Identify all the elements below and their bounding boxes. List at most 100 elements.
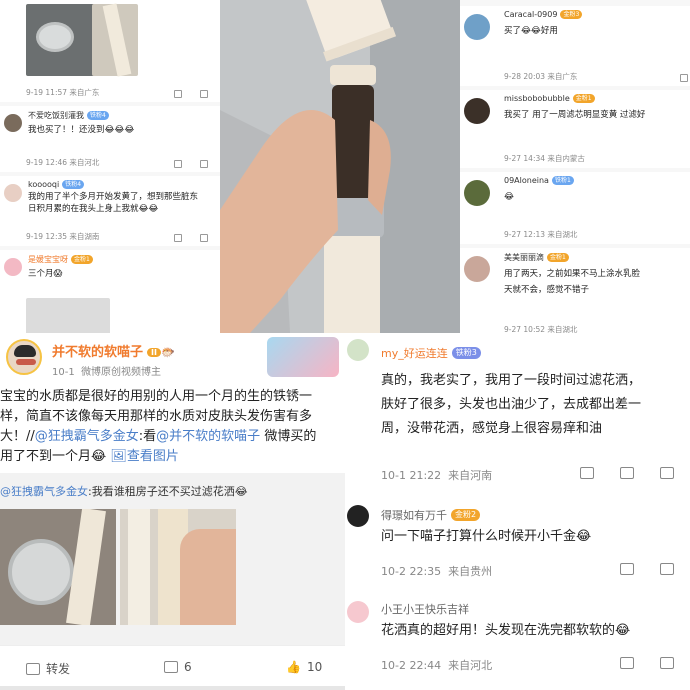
share-icon[interactable]: [680, 74, 688, 82]
fans-count: 10-1: [52, 367, 75, 378]
mascot-icon: 🐡: [160, 346, 175, 359]
like-button[interactable]: 👍 10: [286, 660, 322, 674]
tube-shape: [128, 509, 150, 625]
comment-card-3: kooooqi 铁粉4 我的用了半个多月开始发黄了，想到那些脏东 日积月累的在我头…: [0, 176, 220, 246]
hand-shape: [180, 529, 236, 625]
filter-tube-shape: [102, 3, 132, 77]
comment-author[interactable]: my_好运连连: [381, 345, 448, 361]
award-badge-icon: [267, 337, 339, 377]
comment-icon[interactable]: [660, 657, 674, 669]
quote-image-2[interactable]: [120, 509, 236, 625]
comment-item-2: 得璟如有万千 金粉2 问一下喵子打算什么时候开小千金😂 10-2 22:35 来自…: [345, 495, 690, 589]
like-count: 10: [306, 660, 323, 674]
fan-badge: 铁粉4: [62, 180, 85, 189]
product-photo: [220, 0, 460, 333]
repost-button[interactable]: 转发: [26, 660, 70, 677]
comment-text: 买了😂😂好用: [504, 26, 558, 36]
comment-author[interactable]: 得璟如有万千: [381, 507, 447, 523]
thumbs-up-icon: 👍: [286, 660, 301, 674]
comment-time: 10-2 22:35: [381, 565, 442, 578]
comment-time: 9-19 12:35: [26, 232, 68, 241]
quote-image-1[interactable]: [0, 509, 116, 625]
reposted-content[interactable]: @狂拽霸气多金女:我看谁租房子还不买过滤花洒😂: [0, 473, 345, 645]
mention-link-2[interactable]: @并不软的软喵子: [156, 429, 260, 444]
comment-image-2[interactable]: [92, 3, 138, 77]
comment-text: 我买了 用了一周滤芯明显变黄 过滤好: [504, 110, 646, 120]
comment-author[interactable]: Caracal-0909: [504, 10, 557, 19]
author-avatar[interactable]: [6, 339, 42, 375]
comment-location: 来自湖北: [547, 230, 578, 239]
divider: [0, 686, 345, 690]
repost-label: 转发: [46, 662, 71, 676]
comment-author[interactable]: missbobobubble: [504, 94, 570, 103]
comment-icon[interactable]: [200, 90, 208, 98]
quote-text: @狂拽霸气多金女:我看谁租房子还不买过滤花洒😂: [0, 483, 248, 499]
repost-icon: [26, 662, 40, 675]
comment-time: 9-28 20:03: [504, 72, 546, 81]
comment-author[interactable]: 是媛宝宝呀: [28, 254, 68, 265]
comment-location: 来自湖北: [547, 325, 578, 333]
comment-author[interactable]: 09Aloneina: [504, 176, 549, 185]
avatar[interactable]: [464, 180, 490, 206]
comment-text: 花洒真的超好用！头发现在洗完都软软的😂: [381, 623, 631, 638]
mention-link[interactable]: @狂拽霸气多金女: [35, 429, 139, 444]
fan-badge: 金粉1: [547, 253, 569, 262]
comment-icon[interactable]: [200, 160, 208, 168]
comment-text-line2: 日积月累的在我头上身上我就😂😂: [28, 204, 159, 214]
share-icon[interactable]: [620, 563, 634, 575]
image-icon: 🖼: [110, 449, 127, 464]
share-icon[interactable]: [174, 160, 182, 168]
avatar[interactable]: [4, 258, 22, 276]
author-name[interactable]: 并不软的软喵子 II 🐡: [52, 341, 175, 360]
avatar[interactable]: [464, 256, 490, 282]
post-actions: 转发 6 👍 10: [0, 645, 345, 690]
fan-badge: 金粉1: [71, 255, 93, 264]
share-icon[interactable]: [174, 234, 182, 242]
comment-icon[interactable]: [200, 234, 208, 242]
comment-text-line1: 我的用了半个多月开始发黄了，想到那些脏东: [28, 192, 199, 202]
avatar[interactable]: [4, 114, 22, 132]
avatar-mouth-shape: [16, 359, 36, 365]
fan-badge: 铁粉3: [451, 347, 481, 359]
comment-time: 10-1 21:22: [381, 469, 442, 482]
comment-time: 9-27 10:52: [504, 325, 546, 333]
post-text-line3: 大！//@狂拽霸气多金女:看@并不软的软喵子 微博买的: [0, 427, 345, 447]
fan-badge: 铁粉4: [87, 111, 109, 120]
comment-author[interactable]: 不爱吃饭别灌我: [28, 110, 84, 121]
fan-badge: 铁粉1: [551, 176, 574, 185]
comment-location: 来自广东: [69, 88, 100, 97]
like-icon[interactable]: [660, 467, 674, 479]
comment-time: 9-27 12:13: [504, 230, 546, 239]
comment-author[interactable]: 小王小王快乐吉祥: [381, 601, 469, 617]
weibo-post: 并不软的软喵子 II 🐡 10-1 微博原创视频博主 宝宝的水质都是很好的用别的人用…: [0, 333, 345, 690]
comment-icon[interactable]: [620, 467, 634, 479]
comment-card-1: Caracal-0909 金粉3 买了😂😂好用 9-28 20:03 来自广东: [460, 6, 690, 86]
share-icon[interactable]: [580, 467, 594, 479]
fan-badge: 金粉2: [451, 509, 481, 521]
filter-part-shape: [36, 22, 74, 52]
comment-card-2: missbobobubble 金粉1 我买了 用了一周滤芯明显变黄 过滤好 9-2…: [460, 90, 690, 168]
comment-icon[interactable]: [660, 563, 674, 575]
comment-item-3: 小王小王快乐吉祥 花洒真的超好用！头发现在洗完都软软的😂 10-2 22:44 …: [345, 593, 690, 690]
comment-image[interactable]: [26, 298, 110, 333]
share-icon[interactable]: [620, 657, 634, 669]
comment-text: 😂: [504, 192, 514, 202]
comment-author[interactable]: 美美丽丽滴: [504, 252, 544, 263]
comment-card-1: 9-19 11:57 来自广东: [0, 0, 220, 102]
comment-item-1: my_好运连连 铁粉3 真的，我老实了，我用了一段时间过滤花洒， 肤好了很多，头发…: [345, 333, 690, 491]
post-text: 宝宝的水质都是很好的用别的人用一个月的生的铁锈一 样，简直不该像每天用那样的水质…: [0, 385, 345, 467]
comment-button[interactable]: 6: [164, 660, 192, 674]
quote-mention-link[interactable]: @狂拽霸气多金女: [0, 485, 88, 498]
comment-time: 9-27 14:34: [504, 154, 546, 163]
comment-count: 6: [184, 660, 192, 674]
avatar[interactable]: [347, 601, 369, 623]
avatar[interactable]: [464, 14, 490, 40]
post-header: 并不软的软喵子 II 🐡 10-1 微博原创视频博主: [0, 333, 345, 385]
view-pictures-link[interactable]: 🖼查看图片: [110, 449, 179, 464]
share-icon[interactable]: [174, 90, 182, 98]
avatar[interactable]: [4, 184, 22, 202]
comment-author[interactable]: kooooqi: [28, 180, 59, 189]
avatar[interactable]: [347, 339, 369, 361]
avatar[interactable]: [464, 98, 490, 124]
avatar[interactable]: [347, 505, 369, 527]
